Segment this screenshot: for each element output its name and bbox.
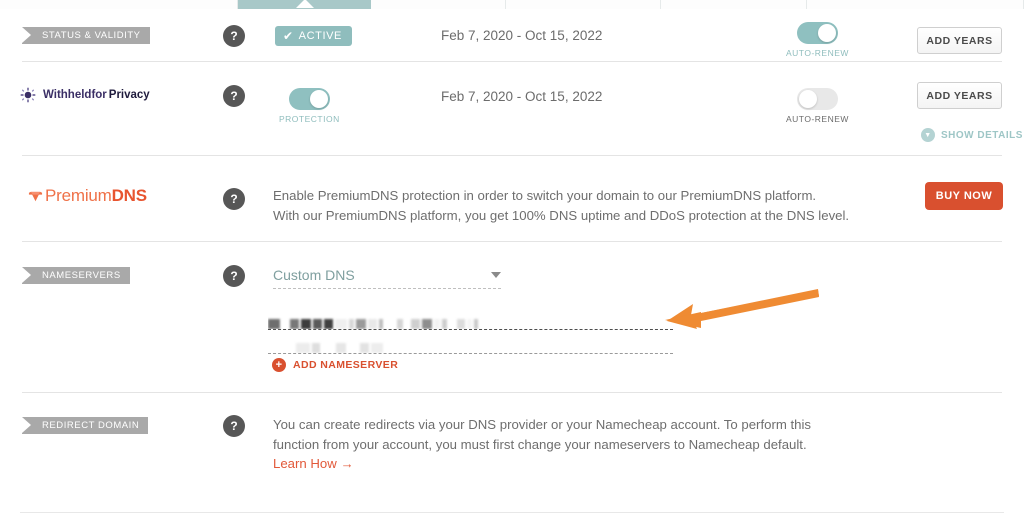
learn-how-link[interactable]: Learn How → <box>273 456 354 471</box>
premiumdns-copy-line1: Enable PremiumDNS protection in order to… <box>273 188 817 203</box>
add-nameserver-label: ADD NAMESERVER <box>293 359 399 371</box>
gem-icon <box>28 191 43 201</box>
check-icon: ✔ <box>283 29 294 43</box>
show-details-label: SHOW DETAILS <box>941 129 1023 141</box>
chevron-down-icon: ▼ <box>921 128 935 142</box>
bottom-divider <box>20 512 1004 513</box>
nameserver-input-1[interactable] <box>268 312 673 330</box>
help-icon-privacy[interactable]: ? <box>223 85 245 107</box>
protection-label: PROTECTION <box>279 114 340 124</box>
chevron-down-icon <box>491 272 501 278</box>
privacy-dates: Feb 7, 2020 - Oct 15, 2022 <box>441 89 603 104</box>
redirect-copy-line2: function from your account, you must fir… <box>273 437 807 452</box>
section-tag-redirect-domain: REDIRECT DOMAIN <box>22 417 149 434</box>
tab-strip <box>0 0 1024 9</box>
status-badge-label: ACTIVE <box>298 30 342 42</box>
auto-renew-toggle-privacy[interactable]: AUTO-RENEW <box>786 88 849 124</box>
status-validity-dates: Feb 7, 2020 - Oct 15, 2022 <box>441 28 603 43</box>
protection-toggle[interactable]: PROTECTION <box>279 88 340 124</box>
premiumdns-bold: DNS <box>111 186 147 205</box>
add-years-button-status[interactable]: ADD YEARS <box>917 27 1002 54</box>
redirect-copy: You can create redirects via your DNS pr… <box>273 415 893 455</box>
section-tag-status-validity: STATUS & VALIDITY <box>22 27 150 44</box>
privacy-brand-light: Withheldfor <box>43 89 107 101</box>
auto-renew-label: AUTO-RENEW <box>786 48 849 58</box>
premiumdns-light: Premium <box>45 186 112 205</box>
divider-4 <box>22 392 1002 393</box>
divider-3 <box>22 241 1002 242</box>
section-tag-label: STATUS & VALIDITY <box>42 30 141 41</box>
nameserver-input-2[interactable] <box>268 338 673 354</box>
premiumdns-copy: Enable PremiumDNS protection in order to… <box>273 186 873 226</box>
help-icon-nameservers[interactable]: ? <box>223 265 245 287</box>
redirect-copy-line1: You can create redirects via your DNS pr… <box>273 417 812 432</box>
section-tag-label: REDIRECT DOMAIN <box>42 420 140 431</box>
show-details-link[interactable]: ▼ SHOW DETAILS <box>921 128 1023 142</box>
toggle-knob <box>817 24 836 42</box>
help-icon-redirect[interactable]: ? <box>223 415 245 437</box>
active-tab-notch <box>295 0 314 8</box>
privacy-brand-bold: Privacy <box>108 89 150 101</box>
add-years-button-privacy[interactable]: ADD YEARS <box>917 82 1002 109</box>
dns-type-select[interactable]: Custom DNS <box>273 267 501 289</box>
tab-6[interactable] <box>807 0 1024 9</box>
premiumdns-logo: PremiumDNS <box>28 186 147 206</box>
withheldforprivacy-logo: Withheldfor Privacy <box>20 87 150 103</box>
tab-2[interactable] <box>238 0 371 9</box>
premiumdns-label: PremiumDNS <box>45 186 147 206</box>
divider-2 <box>22 155 1002 156</box>
plus-icon: + <box>272 358 286 372</box>
toggle-knob <box>309 90 328 108</box>
help-icon-status[interactable]: ? <box>223 25 245 47</box>
divider-1 <box>22 61 1002 62</box>
dns-type-selected-value: Custom DNS <box>273 267 355 283</box>
tab-5[interactable] <box>661 0 807 9</box>
toggle-knob <box>798 90 817 108</box>
section-tag-nameservers: NAMESERVERS <box>22 267 130 284</box>
tab-4[interactable] <box>506 0 661 9</box>
buy-now-button[interactable]: BUY NOW <box>925 182 1003 210</box>
privacy-starburst-icon <box>20 87 36 103</box>
auto-renew-label: AUTO-RENEW <box>786 114 849 124</box>
auto-renew-toggle-status[interactable]: AUTO-RENEW <box>786 22 849 58</box>
tab-3[interactable] <box>371 0 506 9</box>
tab-1[interactable] <box>0 0 238 9</box>
annotation-arrow <box>655 288 820 338</box>
toggle-track[interactable] <box>796 22 838 44</box>
toggle-track[interactable] <box>796 88 838 110</box>
status-badge-active: ✔ ACTIVE <box>275 26 352 46</box>
premiumdns-copy-line2: With our PremiumDNS platform, you get 10… <box>273 208 850 223</box>
toggle-track[interactable] <box>288 88 330 110</box>
add-nameserver-button[interactable]: + ADD NAMESERVER <box>272 358 398 372</box>
help-icon-premiumdns[interactable]: ? <box>223 188 245 210</box>
domain-management-page: STATUS & VALIDITY ? ✔ ACTIVE Feb 7, 2020… <box>0 0 1024 523</box>
section-tag-label: NAMESERVERS <box>42 270 121 281</box>
